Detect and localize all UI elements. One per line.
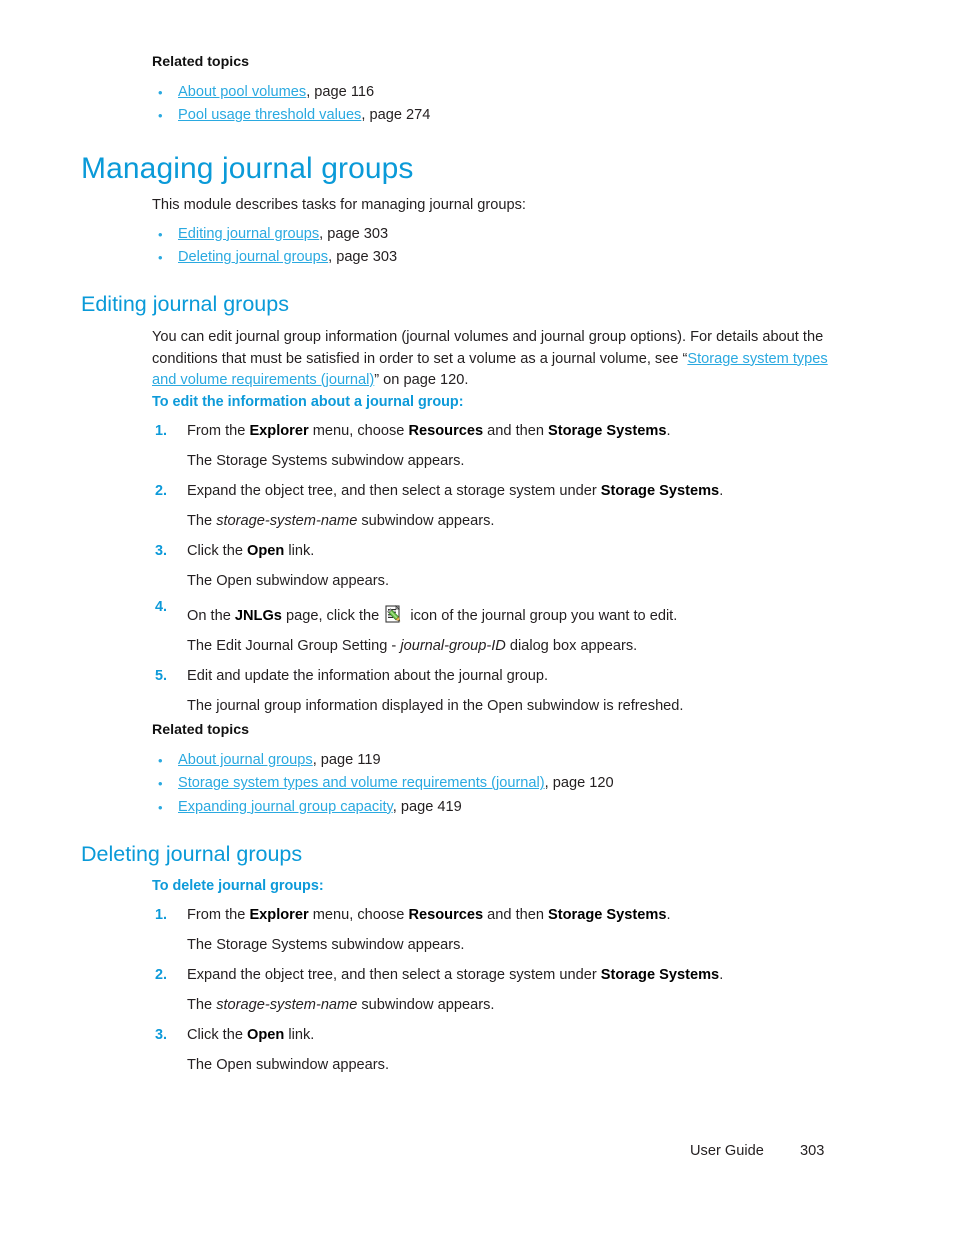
page-title: Managing journal groups bbox=[81, 152, 414, 185]
list-item: • About journal groups, page 119 bbox=[152, 749, 852, 772]
list-item: • Deleting journal groups, page 303 bbox=[152, 246, 852, 269]
step-result: The Storage Systems subwindow appears. bbox=[187, 937, 465, 953]
link-expanding-journal-group-capacity[interactable]: Expanding journal group capacity bbox=[178, 799, 393, 815]
page-ref: , page 303 bbox=[319, 225, 389, 242]
footer-page-number: 303 bbox=[800, 1143, 825, 1159]
bullet-icon: • bbox=[158, 799, 163, 815]
section-editing-journal-groups: Editing journal groups bbox=[81, 292, 861, 317]
related-topics-list-mid: • About journal groups, page 119 • Storage… bbox=[152, 749, 852, 819]
deleting-procedure-heading-wrap: To delete journal groups: bbox=[152, 878, 852, 894]
list-item: • Storage system types and volume require… bbox=[152, 772, 852, 795]
section-heading-editing: Editing journal groups bbox=[81, 292, 289, 316]
step-text: Click the Open link. bbox=[187, 1027, 315, 1043]
bullet-icon: • bbox=[158, 108, 163, 124]
step-item: 2. Expand the object tree, and then sele… bbox=[152, 965, 872, 986]
page-ref: , page 120 bbox=[544, 775, 614, 792]
editing-description-paragraph: You can edit journal group information (… bbox=[152, 327, 842, 392]
editing-procedure-steps: 1. From the Explorer menu, choose Resour… bbox=[152, 421, 872, 717]
related-topics-heading: Related topics bbox=[152, 722, 249, 738]
step-text: Expand the object tree, and then select … bbox=[187, 967, 724, 983]
step-result: The storage-system-name subwindow appear… bbox=[187, 513, 495, 529]
step-result: The Open subwindow appears. bbox=[187, 1057, 390, 1073]
page-ref: , page 274 bbox=[361, 107, 431, 124]
managing-intro-block: This module describes tasks for managing… bbox=[152, 195, 852, 269]
step-item: 1. From the Explorer menu, choose Resour… bbox=[152, 421, 872, 442]
page-ref: , page 116 bbox=[306, 84, 375, 100]
link-storage-system-types-journal[interactable]: Storage system types and volume requirem… bbox=[178, 775, 545, 791]
step-item: 3. Click the Open link. bbox=[152, 541, 872, 562]
step-text: Click the Open link. bbox=[187, 543, 315, 559]
footer-label: User Guide bbox=[690, 1143, 764, 1159]
step-item: 1. From the Explorer menu, choose Resour… bbox=[152, 905, 872, 926]
link-pool-usage-threshold-values[interactable]: Pool usage threshold values bbox=[178, 107, 361, 123]
list-item: • Editing journal groups, page 303 bbox=[152, 223, 852, 246]
managing-topics-list: • Editing journal groups, page 303 • Delet… bbox=[152, 223, 852, 270]
link-about-pool-volumes[interactable]: About pool volumes bbox=[178, 84, 306, 100]
related-topics-list-top: • About pool volumes, page 116 • Pool usag… bbox=[152, 81, 852, 128]
step-text: Expand the object tree, and then select … bbox=[187, 483, 724, 499]
section-deleting-journal-groups: Deleting journal groups bbox=[81, 842, 861, 867]
procedure-heading-delete: To delete journal groups: bbox=[152, 878, 324, 894]
step-number: 1. bbox=[155, 423, 168, 439]
related-topics-section-mid: Related topics • About journal groups, pa… bbox=[152, 722, 852, 819]
procedure-heading-edit: To edit the information about a journal … bbox=[152, 394, 464, 410]
related-topics-section-top: Related topics • About pool volumes, page… bbox=[152, 54, 852, 128]
step-item: 5. Edit and update the information about… bbox=[152, 666, 872, 687]
step-number: 2. bbox=[155, 967, 168, 983]
list-item: • About pool volumes, page 116 bbox=[152, 81, 852, 104]
step-result: The journal group information displayed … bbox=[187, 698, 684, 714]
step-result: The storage-system-name subwindow appear… bbox=[187, 997, 495, 1013]
bullet-icon: • bbox=[158, 753, 163, 768]
step-item: 2. Expand the object tree, and then sele… bbox=[152, 481, 872, 502]
step-text: From the Explorer menu, choose Resources… bbox=[187, 907, 671, 923]
step-item: 4. On the JNLGs page, click the icon of … bbox=[152, 599, 872, 627]
step-text: Edit and update the information about th… bbox=[187, 668, 549, 684]
bullet-icon: • bbox=[158, 776, 163, 792]
step-number: 3. bbox=[155, 1027, 168, 1043]
step-text: From the Explorer menu, choose Resources… bbox=[187, 423, 671, 439]
editing-procedure-heading-wrap: To edit the information about a journal … bbox=[152, 394, 852, 410]
step-number: 1. bbox=[155, 907, 168, 923]
step-text: On the JNLGs page, click the icon of the… bbox=[187, 605, 677, 624]
page-ref: , page 119 bbox=[312, 752, 381, 768]
document-page: Related topics • About pool volumes, page… bbox=[0, 0, 954, 1235]
step-result: The Edit Journal Group Setting - journal… bbox=[187, 638, 638, 654]
step-result: The Open subwindow appears. bbox=[187, 573, 390, 589]
bullet-icon: • bbox=[158, 85, 163, 100]
step-number: 3. bbox=[155, 543, 168, 559]
link-deleting-journal-groups[interactable]: Deleting journal groups bbox=[178, 249, 328, 265]
bullet-icon: • bbox=[158, 249, 163, 265]
paragraph-part-2: ” on page 120. bbox=[374, 372, 469, 388]
step-number: 4. bbox=[155, 599, 168, 615]
page-footer: User Guide 303 bbox=[0, 1143, 954, 1167]
edit-journal-group-icon[interactable] bbox=[385, 605, 404, 624]
step-item: 3. Click the Open link. bbox=[152, 1025, 872, 1046]
section-heading-deleting: Deleting journal groups bbox=[81, 842, 303, 866]
link-editing-journal-groups[interactable]: Editing journal groups bbox=[178, 226, 319, 242]
page-ref: , page 419 bbox=[392, 798, 462, 815]
step-result: The Storage Systems subwindow appears. bbox=[187, 453, 465, 469]
step-number: 5. bbox=[155, 668, 168, 684]
deleting-procedure-steps: 1. From the Explorer menu, choose Resour… bbox=[152, 905, 872, 1076]
list-item: • Expanding journal group capacity, page … bbox=[152, 796, 852, 819]
link-about-journal-groups[interactable]: About journal groups bbox=[178, 752, 313, 768]
intro-paragraph: This module describes tasks for managing… bbox=[152, 197, 526, 213]
section-managing-journal-groups: Managing journal groups bbox=[81, 152, 861, 186]
list-item: • Pool usage threshold values, page 274 bbox=[152, 104, 852, 127]
page-ref: , page 303 bbox=[328, 248, 398, 265]
related-topics-heading: Related topics bbox=[152, 54, 249, 70]
step-number: 2. bbox=[155, 483, 168, 499]
bullet-icon: • bbox=[158, 226, 163, 242]
